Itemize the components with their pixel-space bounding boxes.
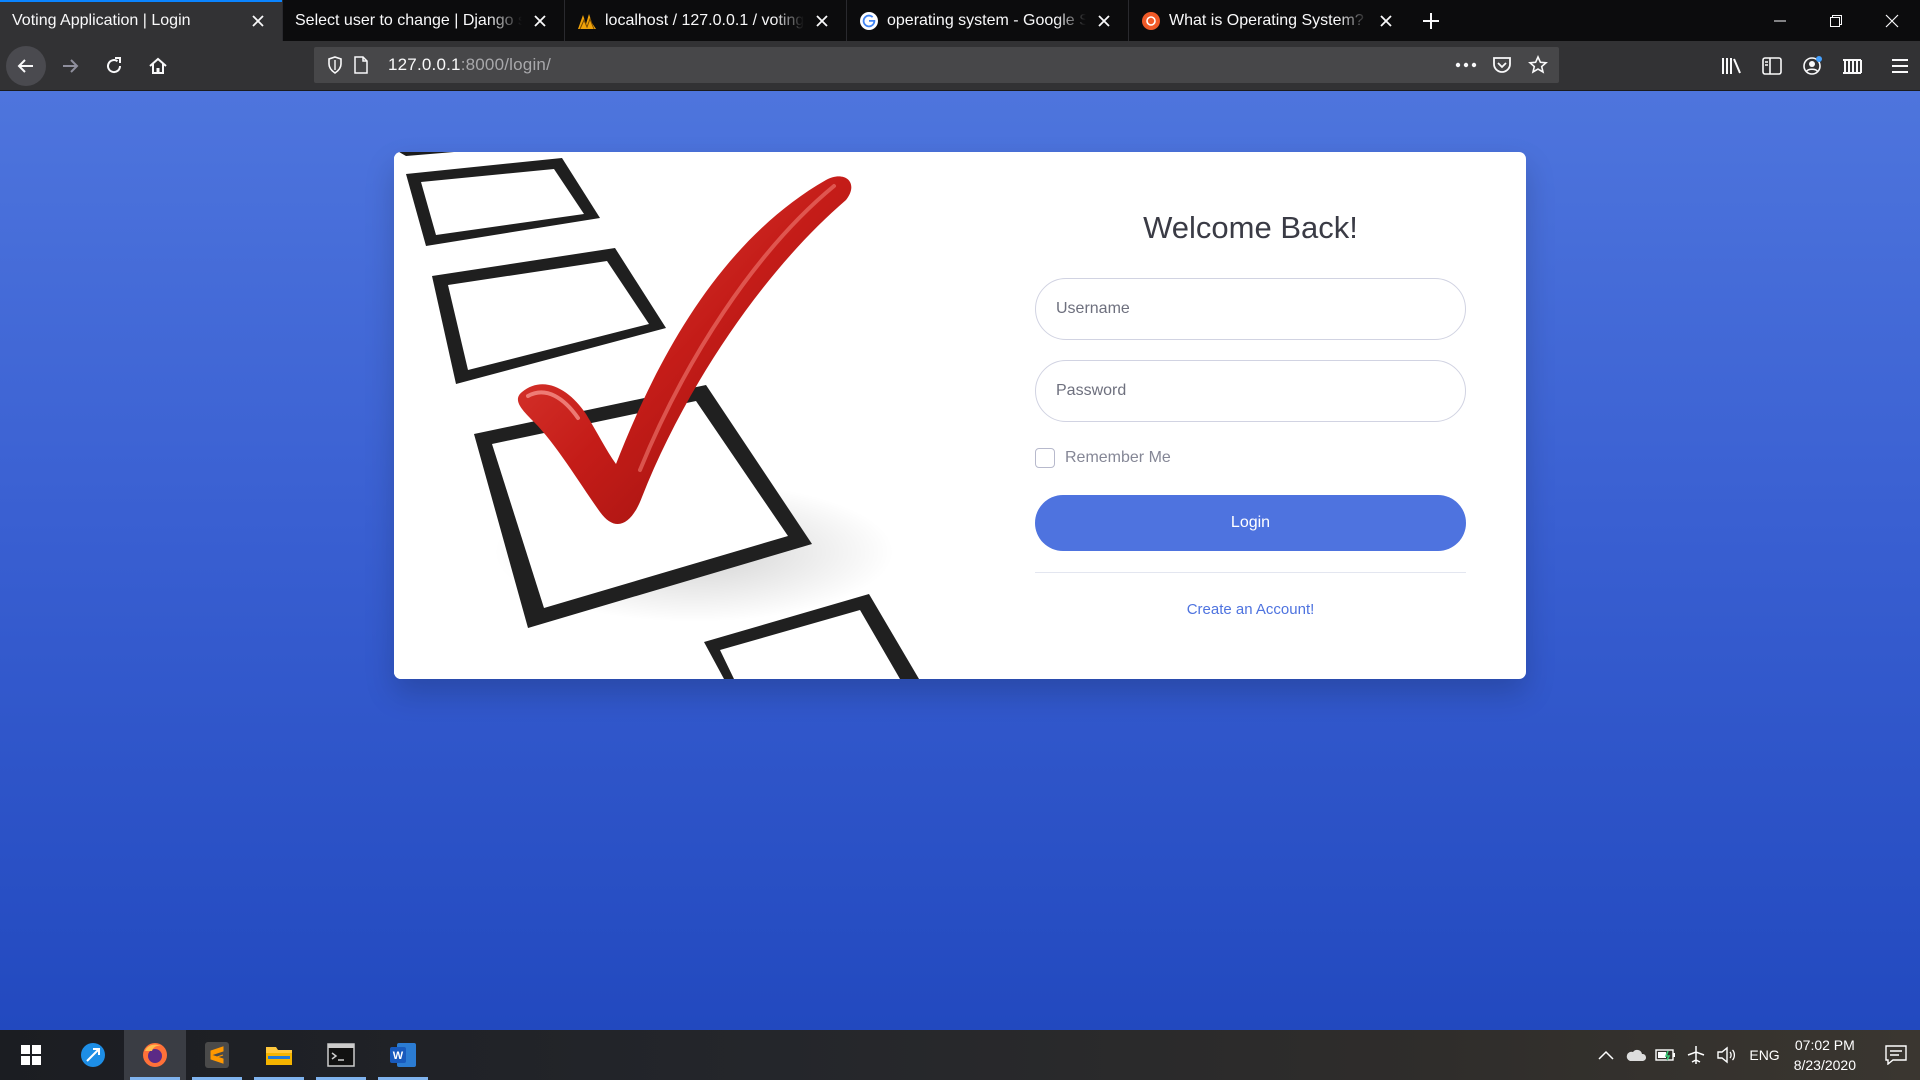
checklist-image (399, 152, 919, 679)
taskbar-app-browser[interactable] (62, 1030, 124, 1080)
phpmyadmin-icon (577, 11, 597, 31)
home-button[interactable] (138, 46, 178, 86)
minimize-icon (1774, 20, 1786, 21)
extension-icon[interactable] (1832, 46, 1872, 86)
orange-site-icon (1141, 11, 1161, 31)
chevron-up-icon[interactable] (1591, 1030, 1621, 1080)
username-input[interactable] (1035, 278, 1466, 340)
tab-title: Voting Application | Login (12, 11, 191, 29)
account-icon[interactable] (1792, 46, 1832, 86)
url-host: 127.0.0.1 (388, 55, 461, 74)
terminal-icon (327, 1043, 355, 1067)
google-icon (859, 11, 879, 31)
close-window-button[interactable] (1864, 0, 1920, 41)
firefox-icon (143, 1043, 167, 1067)
file-explorer-icon (266, 1047, 292, 1065)
back-button[interactable] (6, 45, 46, 86)
close-tab-icon[interactable] (1374, 9, 1398, 33)
pocket-icon[interactable] (1489, 52, 1515, 78)
close-tab-icon[interactable] (810, 9, 834, 33)
restore-icon (1830, 14, 1842, 27)
window-controls (1752, 0, 1920, 41)
restore-button[interactable] (1808, 0, 1864, 41)
forward-button[interactable] (50, 46, 90, 86)
start-icon (21, 1045, 41, 1065)
taskbar-app-sublime[interactable] (186, 1030, 248, 1080)
page-icon[interactable] (348, 52, 374, 78)
new-tab-button[interactable] (1410, 0, 1452, 41)
remember-me-checkbox[interactable] (1035, 448, 1055, 468)
reload-icon (107, 56, 122, 73)
plus-icon (1423, 12, 1439, 29)
clock-date: 8/23/2020 (1793, 1057, 1856, 1073)
edge-like-icon (81, 1043, 105, 1067)
airplane-mode-icon[interactable] (1681, 1030, 1711, 1080)
sublime-text-icon (205, 1042, 229, 1068)
taskbar-app-terminal[interactable] (310, 1030, 372, 1080)
arrow-left-icon (17, 58, 33, 73)
tab-title: Select user to change | Django site admi… (295, 11, 522, 29)
tab-django-admin[interactable]: Select user to change | Django site admi… (282, 0, 564, 41)
password-input[interactable] (1035, 360, 1466, 422)
close-tab-icon[interactable] (246, 9, 270, 33)
language-indicator[interactable]: ENG (1749, 1047, 1779, 1063)
system-clock[interactable]: 07:02 PM 8/23/2020 (1794, 1035, 1856, 1075)
library-icon[interactable] (1712, 46, 1752, 86)
onedrive-icon[interactable] (1621, 1030, 1651, 1080)
battery-icon[interactable] (1651, 1030, 1681, 1080)
windows-taskbar: W ENG 07:02 PM 8/23/2020 (0, 1030, 1920, 1080)
page-background: Welcome Back! Remember Me Login Create a… (0, 91, 1920, 1030)
remember-me-label[interactable]: Remember Me (1065, 449, 1171, 467)
tab-what-is-os[interactable]: What is Operating System? Types (1128, 0, 1410, 41)
tab-google-search[interactable]: operating system - Google Search (846, 0, 1128, 41)
navigation-toolbar: 127.0.0.1:8000/login/ (0, 41, 1920, 91)
address-bar-actions (1453, 52, 1551, 78)
start-button[interactable] (0, 1030, 62, 1080)
create-account-link[interactable]: Create an Account! (1035, 601, 1466, 618)
close-icon (1885, 14, 1899, 27)
home-icon (149, 57, 167, 74)
tab-title: operating system - Google Search (887, 11, 1086, 29)
notification-icon (1885, 1045, 1907, 1065)
url-path: :8000/login/ (460, 55, 552, 74)
taskbar-app-explorer[interactable] (248, 1030, 310, 1080)
svg-text:W: W (393, 1050, 404, 1062)
arrow-right-icon (63, 58, 79, 73)
tab-title: What is Operating System? Types (1169, 11, 1368, 29)
close-tab-icon[interactable] (528, 9, 552, 33)
taskbar-app-word[interactable]: W (372, 1030, 434, 1080)
address-bar[interactable]: 127.0.0.1:8000/login/ (314, 47, 1559, 83)
url-text[interactable]: 127.0.0.1:8000/login/ (388, 55, 551, 75)
close-tab-icon[interactable] (1092, 9, 1116, 33)
login-button[interactable]: Login (1035, 495, 1466, 551)
system-tray: ENG 07:02 PM 8/23/2020 (1591, 1030, 1920, 1080)
tab-title: localhost / 127.0.0.1 / votingapp (605, 11, 804, 29)
welcome-heading: Welcome Back! (1143, 210, 1358, 245)
minimize-button[interactable] (1752, 0, 1808, 41)
login-card: Welcome Back! Remember Me Login Create a… (394, 152, 1526, 679)
action-center-button[interactable] (1872, 1030, 1920, 1080)
reload-button[interactable] (94, 46, 134, 86)
tab-strip: Voting Application | Login Select user t… (0, 0, 1920, 41)
sidebar-icon[interactable] (1752, 46, 1792, 86)
bookmark-star-icon[interactable] (1525, 52, 1551, 78)
word-icon: W (390, 1043, 416, 1067)
taskbar-app-firefox[interactable] (124, 1030, 186, 1080)
tab-phpmyadmin[interactable]: localhost / 127.0.0.1 / votingapp (564, 0, 846, 41)
browser-tools (1712, 41, 1920, 91)
form-divider (1035, 572, 1466, 573)
checkmark-illustration (394, 152, 959, 679)
clock-time: 07:02 PM (1794, 1037, 1855, 1053)
remember-me-row: Remember Me (1035, 447, 1466, 469)
login-form: Welcome Back! Remember Me Login Create a… (1035, 152, 1466, 618)
more-actions-icon[interactable] (1453, 52, 1479, 78)
volume-icon[interactable] (1711, 1030, 1741, 1080)
menu-icon[interactable] (1880, 46, 1920, 86)
shield-icon[interactable] (322, 52, 348, 78)
tab-voting-login[interactable]: Voting Application | Login (0, 0, 282, 41)
